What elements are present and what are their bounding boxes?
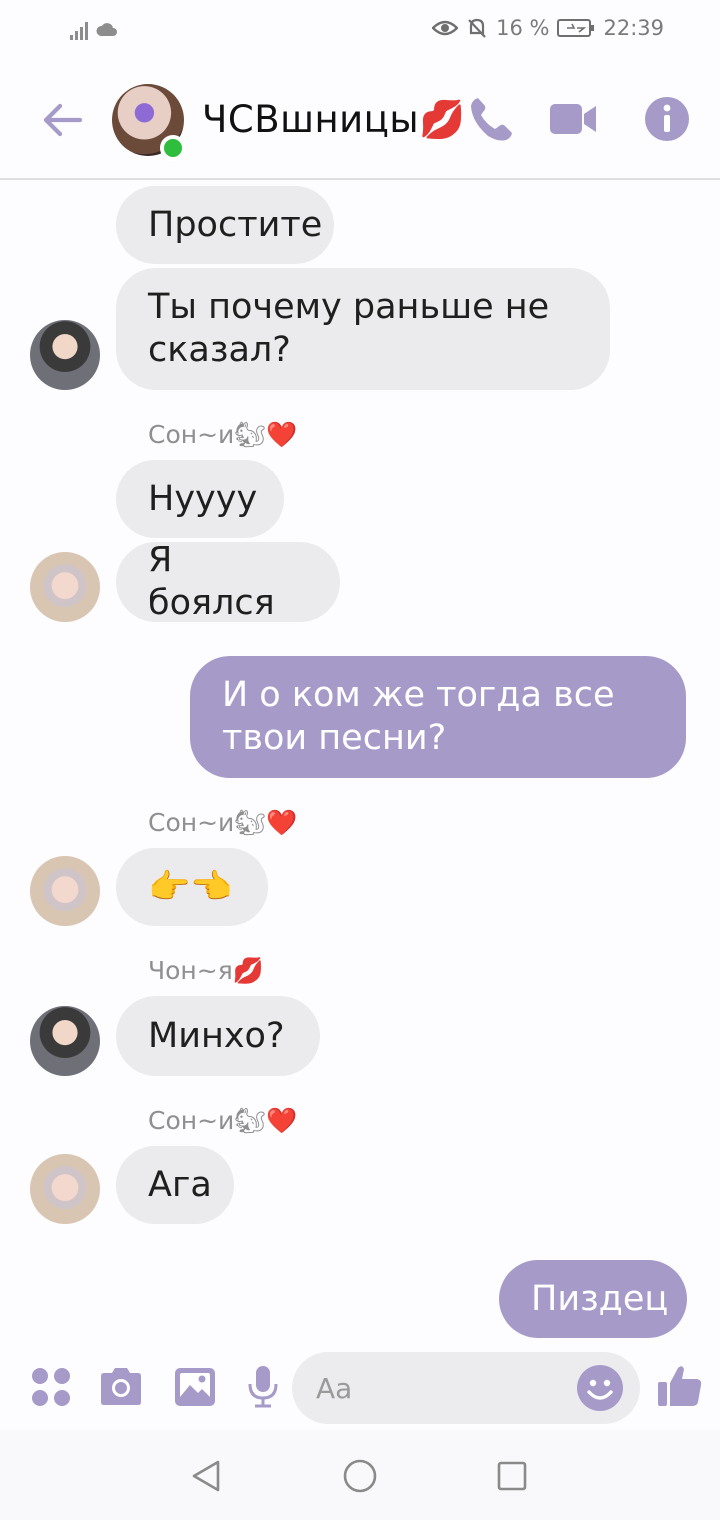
message-text: 👉👈	[148, 866, 233, 907]
status-left	[70, 20, 118, 40]
status-right: 16 % 22:39	[432, 16, 664, 40]
sender-avatar[interactable]	[30, 552, 100, 622]
sender-name: Сон~и🐿❤️	[148, 1106, 298, 1135]
back-arrow-icon[interactable]	[38, 96, 86, 144]
video-call-icon[interactable]	[548, 94, 598, 144]
message-text: Я боялся	[148, 540, 275, 623]
status-bar: 16 % 22:39	[0, 0, 720, 62]
outgoing-message-bubble[interactable]: Пиздец	[499, 1260, 687, 1338]
message-text: Ага	[148, 1164, 212, 1205]
message-text: Простите	[148, 204, 323, 245]
sender-avatar[interactable]	[30, 1154, 100, 1224]
message-bubble[interactable]: Я боялся	[116, 540, 340, 623]
phone-icon[interactable]	[466, 94, 516, 144]
microphone-icon[interactable]	[240, 1364, 286, 1410]
sender-name: Сон~и🐿❤️	[148, 420, 298, 449]
message-text: Пиздец	[531, 1278, 669, 1319]
camera-icon[interactable]	[98, 1364, 144, 1410]
message-bubble[interactable]: Ты почему раньше не сказал?	[116, 268, 610, 390]
nav-home-icon[interactable]	[342, 1458, 378, 1494]
clock: 22:39	[603, 16, 664, 40]
sender-avatar[interactable]	[30, 856, 100, 926]
info-icon[interactable]	[642, 94, 692, 144]
emoji-icon[interactable]	[576, 1364, 624, 1412]
outgoing-message-bubble[interactable]: И о ком же тогда все твои песни?	[190, 656, 686, 778]
cloud-icon	[96, 23, 117, 36]
sender-name: Сон~и🐿❤️	[148, 808, 298, 837]
chat-header: ЧСВшницы💋	[0, 62, 720, 180]
sender-avatar[interactable]	[30, 1006, 100, 1076]
chat-title[interactable]: ЧСВшницы💋	[202, 98, 466, 142]
sender-name: Чон~я💋	[148, 956, 264, 985]
message-text: Минхо?	[148, 1015, 285, 1056]
input-placeholder: Aa	[316, 1372, 353, 1405]
message-input[interactable]: Aa	[292, 1352, 640, 1424]
nav-back-icon[interactable]	[188, 1458, 224, 1494]
system-navigation-bar	[0, 1430, 720, 1520]
gallery-icon[interactable]	[172, 1364, 218, 1410]
message-bubble[interactable]: 👉👈	[116, 848, 268, 926]
online-indicator	[160, 135, 186, 161]
battery-icon	[557, 19, 595, 37]
thumbs-up-icon[interactable]	[656, 1362, 704, 1410]
message-bubble[interactable]: Ага	[116, 1146, 234, 1224]
nav-recents-icon[interactable]	[494, 1458, 530, 1494]
sender-avatar[interactable]	[30, 320, 100, 390]
message-bubble[interactable]: Минхо?	[116, 996, 320, 1076]
message-bubble[interactable]: Нуууу	[116, 460, 284, 538]
message-bubble[interactable]: Простите	[116, 186, 334, 264]
signal-icon	[70, 20, 88, 40]
apps-grid-icon[interactable]	[28, 1364, 74, 1410]
composer: Aa	[0, 1346, 720, 1430]
message-text: Ты почему раньше не сказал?	[148, 287, 550, 370]
message-text: Нуууу	[148, 478, 258, 519]
eye-comfort-icon	[432, 20, 459, 36]
battery-percent: 16 %	[496, 16, 550, 40]
mute-bell-icon	[468, 18, 486, 38]
message-text: И о ком же тогда все твои песни?	[222, 675, 615, 758]
